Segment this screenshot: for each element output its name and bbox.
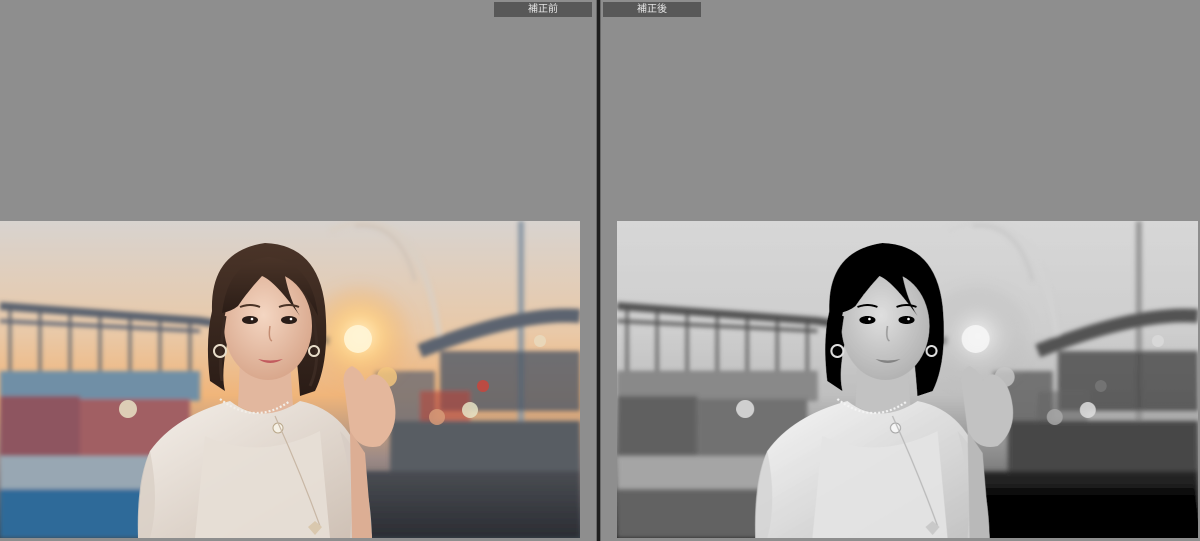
- before-photo[interactable]: [0, 221, 580, 538]
- after-pane[interactable]: 補正後: [601, 0, 1200, 541]
- after-photo-image: [617, 221, 1198, 538]
- after-label: 補正後: [603, 2, 701, 17]
- before-pane[interactable]: 補正前: [0, 0, 596, 541]
- before-photo-image: [0, 221, 580, 538]
- before-label: 補正前: [494, 2, 592, 17]
- compare-view: 補正前 補正後: [0, 0, 1200, 541]
- after-photo[interactable]: [617, 221, 1198, 538]
